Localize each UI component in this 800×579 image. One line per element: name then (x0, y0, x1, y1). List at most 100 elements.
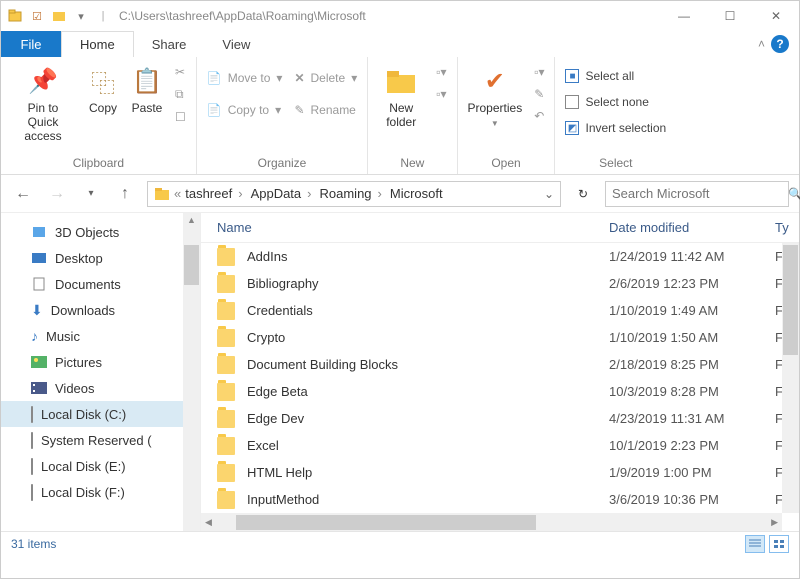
copyto-label: Copy to (228, 103, 269, 117)
copy-button[interactable]: ⿻ Copy (87, 63, 119, 115)
tree-item[interactable]: Local Disk (C:) (1, 401, 200, 427)
tree-item-label: Videos (55, 381, 95, 396)
list-hscrollbar[interactable]: ◀▶ (201, 513, 782, 531)
copyto-icon: 📄 (207, 103, 222, 117)
pin-to-quick-access-button[interactable]: 📌 Pin to Quick access (11, 63, 75, 143)
crumb-2[interactable]: Roaming› (320, 186, 386, 201)
back-button[interactable]: ← (11, 182, 35, 206)
tab-file[interactable]: File (1, 31, 61, 57)
new-folder-button[interactable]: New folder (378, 63, 424, 129)
file-row[interactable]: Crypto 1/10/2019 1:50 AM Fi (201, 324, 799, 351)
view-details-button[interactable] (745, 535, 765, 553)
tree-scrollbar[interactable]: ▲ (183, 213, 200, 531)
file-row[interactable]: HTML Help 1/9/2019 1:00 PM Fi (201, 459, 799, 486)
help-icon[interactable]: ? (771, 35, 789, 53)
tree-item[interactable]: System Reserved ( (1, 427, 200, 453)
col-date-header[interactable]: Date modified (609, 220, 775, 235)
file-row[interactable]: Bibliography 2/6/2019 12:23 PM Fi (201, 270, 799, 297)
rename-button[interactable]: ✎Rename (294, 101, 357, 119)
col-name-header[interactable]: Name (217, 220, 609, 235)
file-date: 4/23/2019 11:31 AM (609, 411, 775, 426)
file-row[interactable]: InputMethod 3/6/2019 10:36 PM Fi (201, 486, 799, 513)
address-bar[interactable]: « tashreef› AppData› Roaming› Microsoft … (147, 181, 561, 207)
crumb-0-label: tashreef (185, 186, 232, 201)
edit-button[interactable]: ✎ (534, 85, 544, 103)
address-dropdown-icon[interactable]: ⌄ (544, 187, 554, 201)
recent-locations-button[interactable]: ▾ (79, 182, 103, 206)
tab-share[interactable]: Share (134, 31, 205, 57)
list-vscrollbar[interactable] (782, 243, 799, 513)
minimize-button[interactable]: — (661, 1, 707, 31)
select-all-button[interactable]: ■Select all (565, 67, 666, 85)
file-row[interactable]: Document Building Blocks 2/18/2019 8:25 … (201, 351, 799, 378)
up-button[interactable]: ↑ (113, 182, 137, 206)
properties-icon[interactable]: ☑ (29, 8, 45, 24)
pin-label: Pin to Quick access (11, 101, 75, 143)
scrollbar-thumb[interactable] (783, 245, 798, 355)
tree-item[interactable]: 3D Objects (1, 219, 200, 245)
group-organize-label: Organize (207, 154, 357, 172)
move-to-button[interactable]: 📄Move to ▾ (207, 69, 283, 87)
address-folder-icon (154, 187, 170, 201)
paste-button[interactable]: 📋 Paste (131, 63, 163, 115)
tree-item[interactable]: Videos (1, 375, 200, 401)
tree-item[interactable]: Local Disk (E:) (1, 453, 200, 479)
crumb-1[interactable]: AppData› (251, 186, 316, 201)
view-icons-button[interactable] (769, 535, 789, 553)
qat-chevron-icon[interactable]: ▾ (73, 8, 89, 24)
tree-item[interactable]: Desktop (1, 245, 200, 271)
file-row[interactable]: Excel 10/1/2019 2:23 PM Fi (201, 432, 799, 459)
window-menu-icon[interactable] (7, 8, 23, 24)
paste-shortcut-button[interactable]: ☐ (175, 108, 186, 126)
tree-item-label: Music (46, 329, 80, 344)
ribbon-tabs: File Home Share View ˄ ? (1, 31, 799, 57)
file-row[interactable]: Edge Dev 4/23/2019 11:31 AM Fi (201, 405, 799, 432)
search-box[interactable]: 🔍 (605, 181, 789, 207)
new-folder-icon[interactable] (51, 8, 67, 24)
select-none-button[interactable]: Select none (565, 93, 666, 111)
ribbon-collapse-icon[interactable]: ˄ (758, 37, 765, 51)
history-button[interactable]: ↶ (534, 107, 544, 125)
tab-view[interactable]: View (204, 31, 268, 57)
file-row[interactable]: AddIns 1/24/2019 11:42 AM Fi (201, 243, 799, 270)
search-input[interactable] (612, 186, 788, 201)
folder-icon (217, 302, 235, 320)
open-button[interactable]: ▫▾ (534, 63, 544, 81)
tree-item[interactable]: Documents (1, 271, 200, 297)
refresh-button[interactable]: ↻ (571, 182, 595, 206)
folder-icon (385, 65, 417, 97)
scrollbar-thumb[interactable] (236, 515, 536, 530)
move-icon: 📄 (207, 71, 222, 85)
copy-path-button[interactable]: ⧉ (175, 85, 186, 104)
title-bar: ☑ ▾ | C:\Users\tashreef\AppData\Roaming\… (1, 1, 799, 31)
tree-item[interactable]: Local Disk (F:) (1, 479, 200, 505)
invert-selection-button[interactable]: ◩Invert selection (565, 119, 666, 137)
close-button[interactable]: ✕ (753, 1, 799, 31)
navigation-pane[interactable]: 3D ObjectsDesktopDocuments⬇Downloads♪Mus… (1, 213, 201, 531)
tree-item[interactable]: Pictures (1, 349, 200, 375)
tree-item[interactable]: ⬇Downloads (1, 297, 200, 323)
checkmark-icon: ✔ (479, 65, 511, 97)
scrollbar-thumb[interactable] (184, 245, 199, 285)
file-row[interactable]: Credentials 1/10/2019 1:49 AM Fi (201, 297, 799, 324)
col-type-header[interactable]: Ty (775, 220, 799, 235)
cut-button[interactable]: ✂ (175, 63, 186, 81)
chevron-right-icon: › (303, 186, 315, 201)
file-date: 2/6/2019 12:23 PM (609, 276, 775, 291)
new-item-button[interactable]: ▫▾ (436, 63, 446, 81)
copy-to-button[interactable]: 📄Copy to ▾ (207, 101, 283, 119)
crumb-3[interactable]: Microsoft (390, 186, 443, 201)
tree-item[interactable]: ♪Music (1, 323, 200, 349)
properties-button[interactable]: ✔ Properties ▼ (468, 63, 523, 128)
tab-home[interactable]: Home (61, 31, 134, 57)
forward-button[interactable]: → (45, 182, 69, 206)
chevron-right-icon: › (374, 186, 386, 201)
file-row[interactable]: Edge Beta 10/3/2019 8:28 PM Fi (201, 378, 799, 405)
delete-button[interactable]: ✕Delete ▾ (294, 69, 357, 87)
delete-label: Delete (311, 71, 346, 85)
crumb-0[interactable]: tashreef› (185, 186, 246, 201)
crumb-3-label: Microsoft (390, 186, 443, 201)
easy-access-button[interactable]: ▫▾ (436, 85, 446, 103)
column-headers: Name Date modified Ty (201, 213, 799, 243)
maximize-button[interactable]: ☐ (707, 1, 753, 31)
